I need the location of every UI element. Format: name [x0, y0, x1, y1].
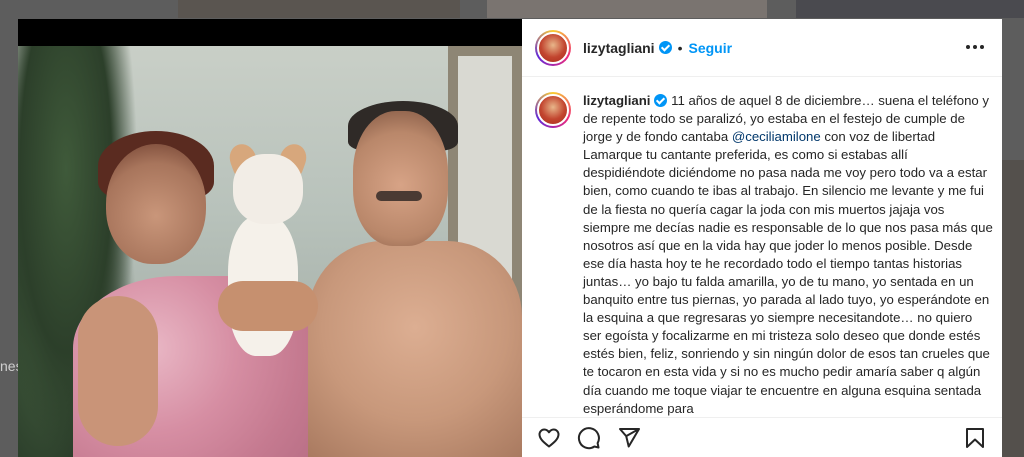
photo-scene [18, 46, 522, 457]
feed-thumbnail [1002, 160, 1024, 457]
woman-face [106, 144, 206, 264]
heart-icon[interactable] [537, 426, 561, 450]
verified-badge-icon [654, 94, 668, 107]
man-mustache [376, 191, 422, 201]
verified-badge-icon [658, 41, 672, 54]
action-bar [522, 417, 1002, 457]
avatar[interactable] [535, 29, 571, 66]
caption-text-part: con voz de libertad Lamarque tu cantante… [583, 129, 993, 416]
bookmark-icon[interactable] [963, 426, 987, 450]
mention-link[interactable]: @ceciliamilone [732, 129, 821, 144]
feed-thumbnail [796, 0, 1024, 18]
caption: lizytagliani 11 años de aquel 8 de dicie… [535, 92, 997, 417]
post-modal: lizytagliani • Seguir lizytagliani 11 añ… [18, 19, 1002, 457]
share-icon[interactable] [617, 426, 641, 450]
more-options-icon[interactable] [966, 40, 984, 54]
dog-head [233, 154, 303, 224]
avatar[interactable] [535, 92, 571, 128]
post-photo[interactable] [18, 19, 522, 457]
separator-dot: • [677, 39, 683, 56]
username-link[interactable]: lizytagliani [583, 40, 655, 56]
hands [218, 281, 318, 331]
background-text: nes [0, 358, 18, 374]
comment-icon[interactable] [577, 426, 601, 450]
woman-arm [78, 296, 158, 446]
feed-thumbnail [178, 0, 460, 18]
man [308, 241, 522, 457]
caption-username[interactable]: lizytagliani [583, 93, 650, 108]
post-header: lizytagliani • Seguir [522, 19, 1002, 77]
photo-letterbox [18, 19, 522, 46]
caption-text: lizytagliani 11 años de aquel 8 de dicie… [583, 92, 993, 417]
man-face [353, 111, 448, 246]
post-side-panel: lizytagliani • Seguir lizytagliani 11 añ… [522, 19, 1002, 457]
feed-thumbnail [487, 0, 767, 18]
follow-button[interactable]: Seguir [688, 40, 732, 56]
